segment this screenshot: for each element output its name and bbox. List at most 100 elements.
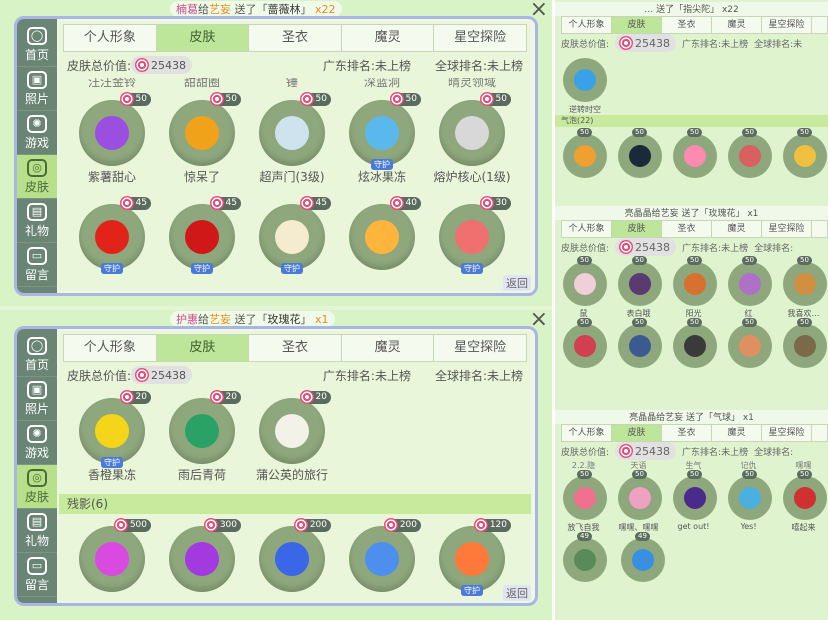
skin-item[interactable]: 50 bbox=[779, 128, 828, 190]
skin-item[interactable]: 20 雨后青荷 bbox=[157, 388, 247, 492]
skin-circle[interactable] bbox=[618, 134, 662, 178]
skin-circle[interactable] bbox=[728, 476, 772, 520]
skin-circle[interactable] bbox=[259, 100, 325, 166]
skin-item[interactable]: 50 放飞自我 bbox=[559, 470, 608, 532]
skin-item[interactable]: 40 bbox=[337, 194, 427, 298]
skin-circle[interactable] bbox=[563, 262, 607, 306]
skin-item[interactable]: 50 惊呆了 bbox=[157, 90, 247, 194]
skin-item[interactable]: 50 bbox=[614, 318, 663, 380]
tab-2[interactable]: 圣衣 bbox=[249, 335, 342, 361]
skin-circle[interactable] bbox=[728, 324, 772, 368]
skin-item[interactable]: 20 蒲公英的旅行 bbox=[247, 388, 337, 492]
skin-circle[interactable] bbox=[618, 262, 662, 306]
skin-item[interactable]: 50 我喜欢… bbox=[779, 256, 828, 318]
sidebar-item-gift[interactable]: ▤ 礼物 bbox=[17, 509, 57, 553]
tab-4[interactable]: 星空探险 bbox=[434, 25, 526, 51]
sidebar-item-home[interactable]: ◯ 首页 bbox=[17, 23, 57, 67]
skin-circle[interactable] bbox=[439, 100, 505, 166]
tab-1[interactable]: 皮肤 bbox=[612, 17, 662, 33]
tab-0[interactable]: 个人形象 bbox=[562, 221, 612, 237]
skin-item[interactable]: 50 bbox=[724, 128, 773, 190]
skin-item[interactable]: 守护 45 bbox=[247, 194, 337, 298]
skin-circle[interactable] bbox=[783, 324, 827, 368]
afterimage-section-header[interactable]: 残影(6) bbox=[59, 494, 531, 514]
skin-circle[interactable] bbox=[259, 398, 325, 464]
skin-circle[interactable]: 守护 bbox=[169, 204, 235, 274]
skin-circle[interactable] bbox=[563, 538, 607, 582]
skin-circle[interactable]: 守护 bbox=[439, 204, 505, 274]
skin-item[interactable]: 49 bbox=[617, 532, 669, 594]
skin-item[interactable]: 50 紫薯甜心 bbox=[67, 90, 157, 194]
skin-item[interactable]: 50 嘿嘿、嘿嘿 bbox=[614, 470, 663, 532]
skin-item[interactable]: 500 bbox=[67, 516, 157, 620]
skin-item[interactable]: 守护 120 bbox=[427, 516, 517, 620]
sidebar-item-photo[interactable]: ▣ 照片 bbox=[17, 377, 57, 421]
sidebar-item-gift[interactable]: ▤ 礼物 bbox=[17, 199, 57, 243]
sidebar-item-atom[interactable]: ✺ 游戏 bbox=[17, 111, 57, 155]
skin-item[interactable]: 守护 45 bbox=[67, 194, 157, 298]
skin-item[interactable]: 50 表白哦 bbox=[614, 256, 663, 318]
skin-circle[interactable]: 守护 bbox=[349, 100, 415, 170]
skin-circle[interactable] bbox=[563, 324, 607, 368]
skin-circle[interactable] bbox=[618, 476, 662, 520]
skin-circle[interactable] bbox=[673, 134, 717, 178]
tab-3[interactable]: 魔灵 bbox=[342, 335, 435, 361]
back-button[interactable]: 返回 bbox=[503, 585, 531, 601]
skin-item[interactable]: 50 熔炉核心(1级) bbox=[427, 90, 517, 194]
tab-2[interactable]: 圣衣 bbox=[662, 221, 712, 237]
skin-item[interactable]: 50 鼠 bbox=[559, 256, 608, 318]
skin-item[interactable]: 50 红 bbox=[724, 256, 773, 318]
skin-item[interactable]: 50 bbox=[559, 128, 608, 190]
skin-item[interactable]: 守护 20 香橙果冻 bbox=[67, 388, 157, 492]
skin-item[interactable]: 50 bbox=[669, 128, 718, 190]
skin-item[interactable]: 50 get out! bbox=[669, 470, 718, 532]
skin-item[interactable]: 逆转时空 bbox=[559, 52, 611, 114]
sidebar-item-photo[interactable]: ▣ 照片 bbox=[17, 67, 57, 111]
tab-0[interactable]: 个人形象 bbox=[64, 335, 157, 361]
skin-circle[interactable] bbox=[79, 100, 145, 166]
skin-circle[interactable] bbox=[783, 134, 827, 178]
skin-item[interactable]: 50 嘻起来 bbox=[779, 470, 828, 532]
skin-circle[interactable] bbox=[563, 58, 607, 102]
skin-item[interactable]: 50 bbox=[614, 128, 663, 190]
skin-item[interactable]: 200 bbox=[337, 516, 427, 620]
tab-2[interactable]: 圣衣 bbox=[662, 425, 712, 441]
skin-item[interactable]: 50 阳光 bbox=[669, 256, 718, 318]
skin-circle[interactable] bbox=[169, 526, 235, 592]
skin-circle[interactable]: 守护 bbox=[79, 398, 145, 468]
tab-1[interactable]: 皮肤 bbox=[156, 335, 250, 361]
skin-circle[interactable]: 守护 bbox=[79, 204, 145, 274]
skin-circle[interactable] bbox=[169, 100, 235, 166]
skin-circle[interactable] bbox=[621, 538, 665, 582]
tab-2[interactable]: 圣衣 bbox=[249, 25, 342, 51]
tab-4[interactable]: 星空探险 bbox=[762, 17, 812, 33]
skin-circle[interactable] bbox=[673, 324, 717, 368]
tab-0[interactable]: 个人形象 bbox=[562, 17, 612, 33]
tab-3[interactable]: 魔灵 bbox=[712, 17, 762, 33]
skin-circle[interactable] bbox=[728, 134, 772, 178]
skin-circle[interactable] bbox=[673, 476, 717, 520]
skin-item[interactable]: 50 bbox=[779, 318, 828, 380]
tab-1[interactable]: 皮肤 bbox=[612, 425, 662, 441]
tab-4[interactable]: 星空探险 bbox=[762, 425, 812, 441]
skin-item[interactable]: 50 Yes! bbox=[724, 470, 773, 532]
skin-circle[interactable] bbox=[728, 262, 772, 306]
tab-1[interactable]: 皮肤 bbox=[612, 221, 662, 237]
tab-4[interactable]: 星空探险 bbox=[434, 335, 526, 361]
tab-3[interactable]: 魔灵 bbox=[712, 425, 762, 441]
sidebar-item-message[interactable]: ▭ 留言 bbox=[17, 553, 57, 597]
bubble-section-header[interactable]: 气泡(22) bbox=[555, 115, 828, 127]
tab-0[interactable]: 个人形象 bbox=[562, 425, 612, 441]
skin-circle[interactable] bbox=[673, 262, 717, 306]
tab-3[interactable]: 魔灵 bbox=[712, 221, 762, 237]
skin-item[interactable]: 守护 50 炫冰果冻 bbox=[337, 90, 427, 194]
skin-item[interactable]: 50 bbox=[559, 318, 608, 380]
sidebar-item-skin[interactable]: ◎ 皮肤 bbox=[17, 155, 57, 199]
tab-3[interactable]: 魔灵 bbox=[342, 25, 435, 51]
tab-0[interactable]: 个人形象 bbox=[64, 25, 157, 51]
tab-4[interactable]: 星空探险 bbox=[762, 221, 812, 237]
skin-item[interactable]: 200 bbox=[247, 516, 337, 620]
skin-circle[interactable]: 守护 bbox=[439, 526, 505, 596]
skin-circle[interactable] bbox=[563, 476, 607, 520]
skin-circle[interactable] bbox=[259, 526, 325, 592]
